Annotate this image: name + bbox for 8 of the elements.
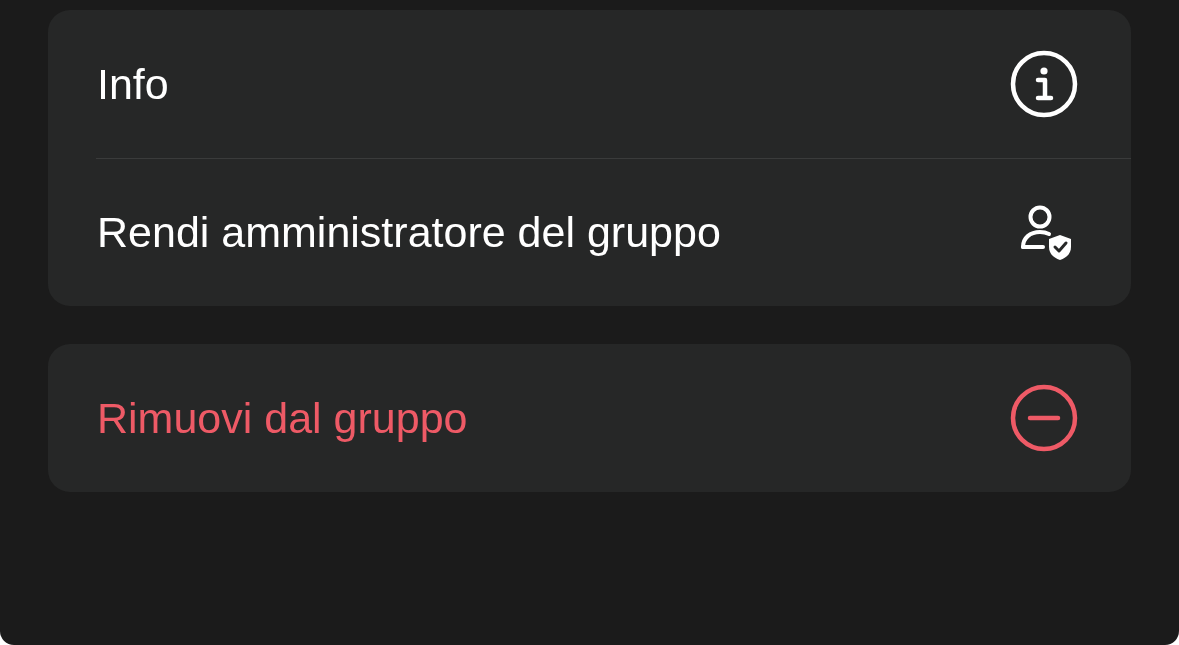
menu-item-label: Info (97, 59, 169, 109)
minus-circle-icon (1009, 383, 1079, 453)
menu-item-label: Rendi amministratore del gruppo (97, 207, 721, 257)
menu-item[interactable]: Info (48, 10, 1131, 158)
menu-item[interactable]: Rendi amministratore del gruppo (48, 158, 1131, 306)
menu-item-label: Rimuovi dal gruppo (97, 393, 468, 443)
info-icon (1009, 49, 1079, 119)
menu-item[interactable]: Rimuovi dal gruppo (48, 344, 1131, 492)
